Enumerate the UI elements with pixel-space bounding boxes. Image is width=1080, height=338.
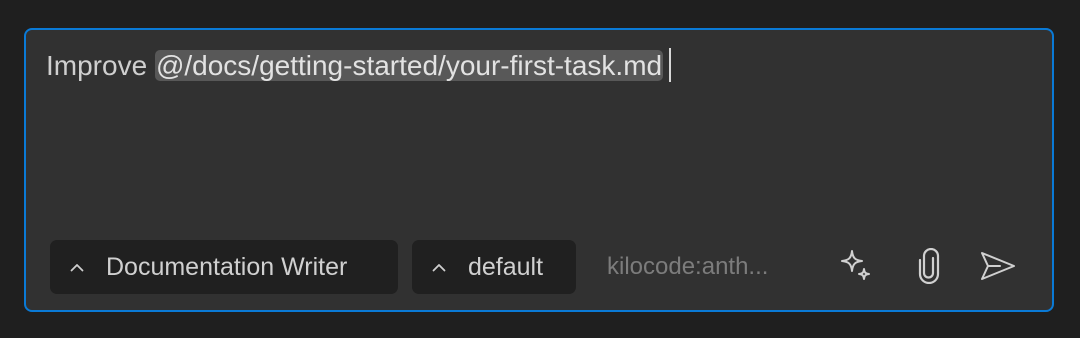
attach-file-button[interactable] — [907, 246, 951, 290]
profile-selector[interactable]: default — [412, 240, 576, 294]
sparkles-icon — [837, 247, 875, 290]
mode-selector[interactable]: Documentation Writer — [50, 240, 398, 294]
text-cursor — [669, 48, 672, 82]
paperclip-icon — [914, 247, 944, 289]
chevron-up-icon — [428, 256, 450, 278]
chat-toolbar: Documentation Writer default kilocode:an… — [50, 240, 1038, 296]
chat-input-box[interactable]: Improve @/docs/getting-started/your-firs… — [24, 28, 1054, 312]
mode-selector-label: Documentation Writer — [106, 252, 348, 281]
enhance-prompt-button[interactable] — [834, 246, 878, 290]
model-selector[interactable]: kilocode:anth... — [607, 253, 768, 281]
chevron-up-icon — [66, 256, 88, 278]
send-icon — [978, 249, 1018, 288]
send-button[interactable] — [976, 246, 1020, 290]
file-mention[interactable]: @/docs/getting-started/your-first-task.m… — [154, 50, 664, 81]
input-prefix-text: Improve — [46, 50, 155, 81]
profile-selector-label: default — [468, 252, 544, 281]
chat-input-text[interactable]: Improve @/docs/getting-started/your-firs… — [46, 46, 672, 86]
